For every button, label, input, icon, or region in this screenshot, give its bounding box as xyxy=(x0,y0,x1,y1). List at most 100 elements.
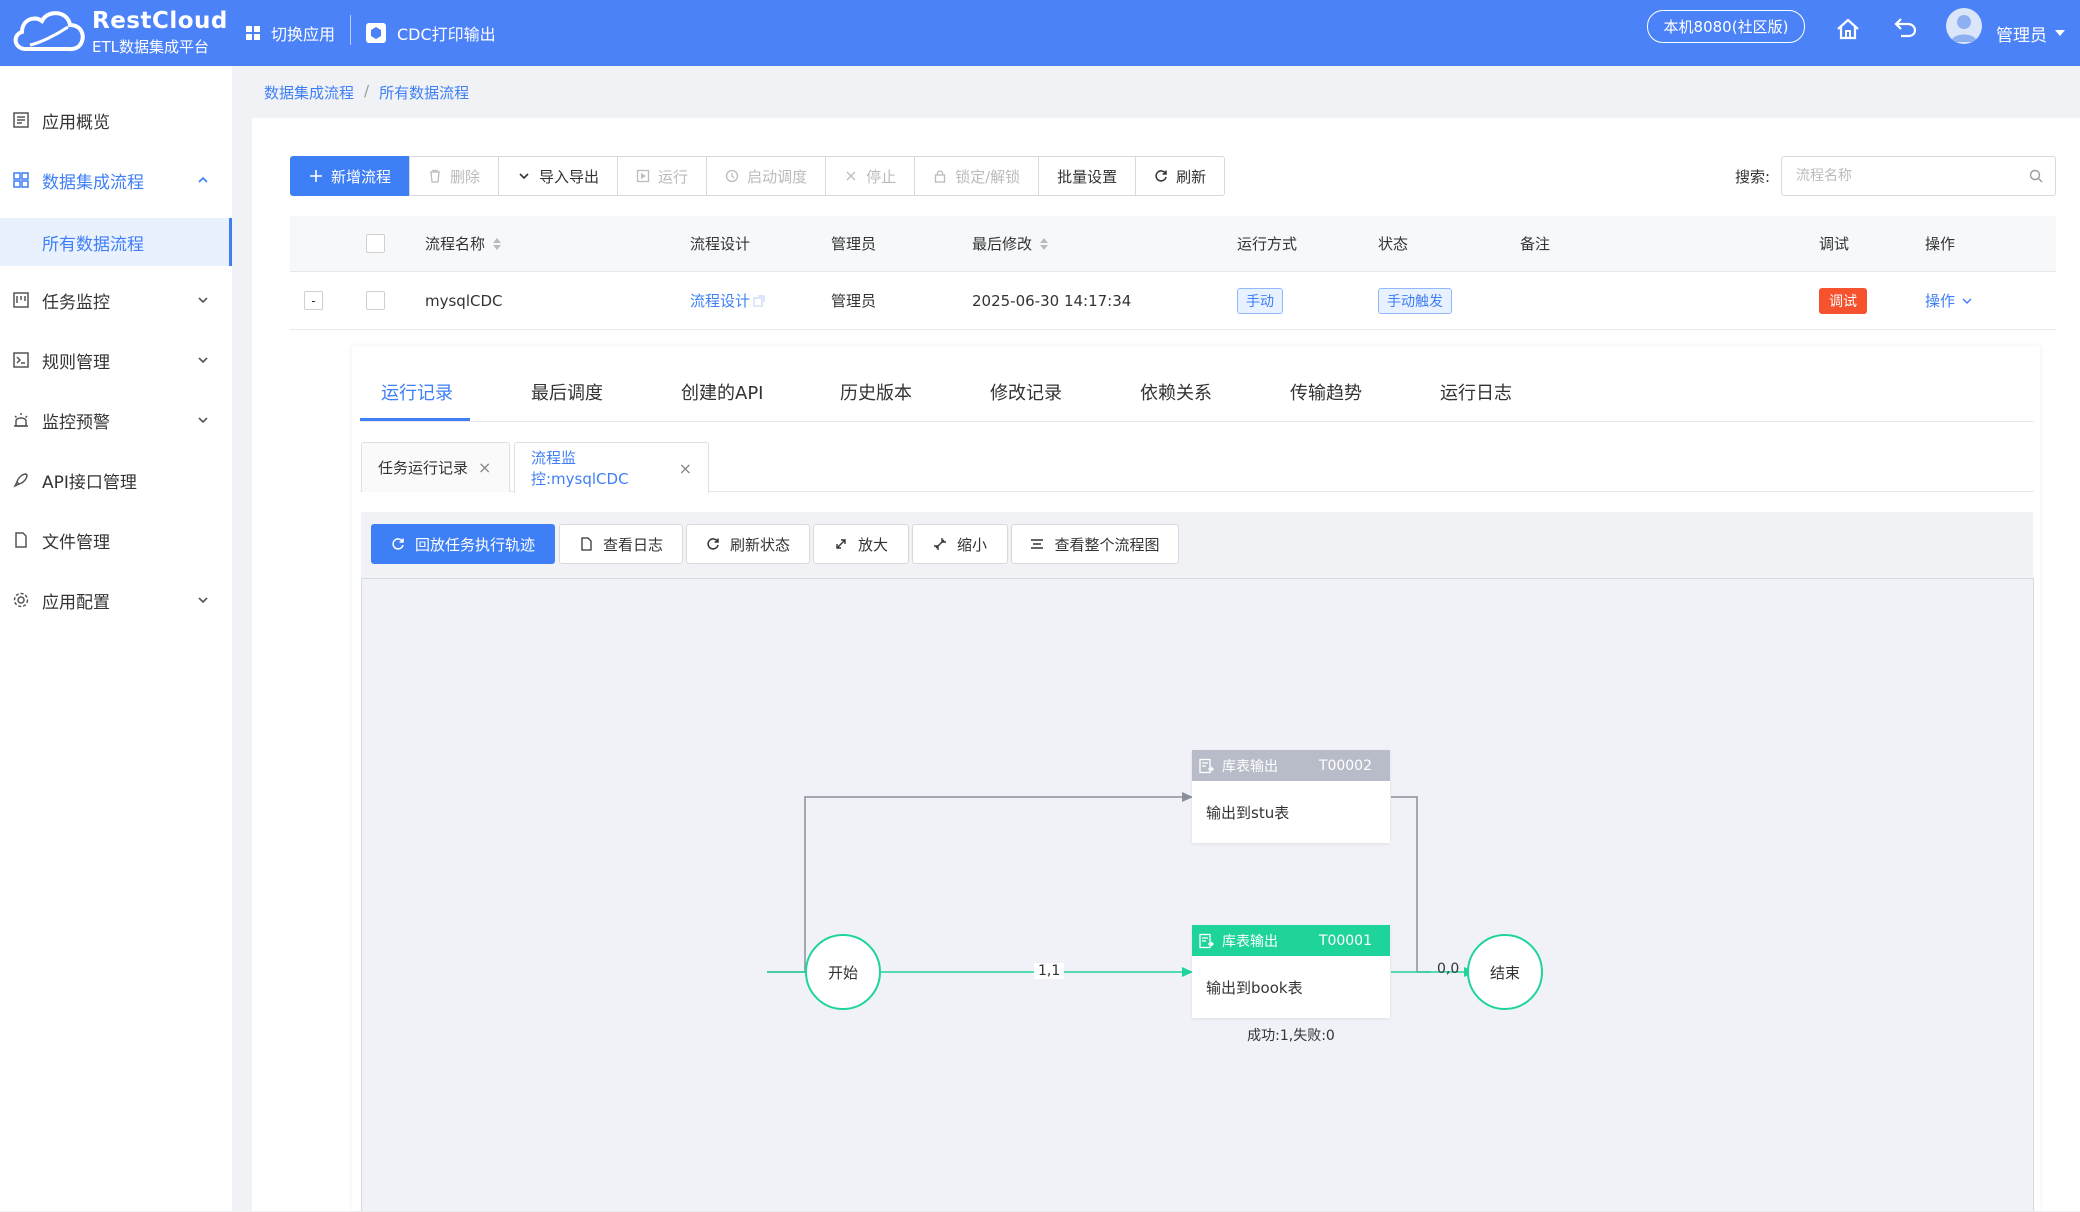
sort-icon[interactable] xyxy=(493,237,502,250)
action-dropdown[interactable]: 操作 xyxy=(1925,272,1973,329)
column-header-admin: 管理员 xyxy=(831,235,877,253)
zoom-in-label: 放大 xyxy=(857,535,888,554)
column-header-note: 备注 xyxy=(1520,235,1551,253)
env-badge[interactable]: 本机8080(社区版) xyxy=(1647,10,1805,43)
flow-design-link[interactable]: 流程设计 xyxy=(690,272,765,329)
replay-trace-button[interactable]: 回放任务执行轨迹 xyxy=(371,524,555,564)
file-icon xyxy=(15,532,27,548)
avatar[interactable] xyxy=(1946,8,1982,44)
tab-history-versions[interactable]: 历史版本 xyxy=(840,362,912,422)
breadcrumb-item[interactable]: 数据集成流程 xyxy=(264,82,354,103)
search-icon[interactable] xyxy=(2029,169,2043,183)
delete-button[interactable]: 删除 xyxy=(409,156,500,196)
node-id: T00002 xyxy=(1318,757,1372,774)
close-icon[interactable]: × xyxy=(679,459,692,478)
flow-start-node[interactable]: 开始 xyxy=(805,934,881,1010)
status-badge: 手动触发 xyxy=(1378,287,1452,314)
plus-icon xyxy=(310,170,322,182)
refresh-status-button[interactable]: 刷新状态 xyxy=(686,524,810,564)
column-header-name[interactable]: 流程名称 xyxy=(425,216,502,271)
detail-tabs: 运行记录 最后调度 创建的API 历史版本 修改记录 依赖关系 传输趋势 运行日… xyxy=(360,362,2034,422)
replay-trace-label: 回放任务执行轨迹 xyxy=(414,535,535,554)
run-button[interactable]: 运行 xyxy=(617,156,708,196)
stop-button[interactable]: 停止 xyxy=(825,156,916,196)
search-input[interactable] xyxy=(1782,157,2012,195)
sidebar-item-integration[interactable]: 数据集成流程 xyxy=(0,156,232,204)
sidebar-item-app-config[interactable]: 应用配置 xyxy=(0,576,232,624)
start-schedule-button[interactable]: 启动调度 xyxy=(706,156,827,196)
tab-dependencies[interactable]: 依赖关系 xyxy=(1140,362,1212,422)
import-export-button[interactable]: 导入导出 xyxy=(498,156,619,196)
sidebar-item-label: 任务监控 xyxy=(42,292,110,313)
grid-icon xyxy=(13,172,29,188)
play-icon xyxy=(636,169,650,183)
flow-node-stu-output[interactable]: 库表输出 T00002 输出到stu表 xyxy=(1192,750,1390,843)
table-header: 流程名称 流程设计 管理员 最后修改 运行方式 状态 备注 调试 操作 xyxy=(290,216,2056,272)
search-box xyxy=(1781,156,2056,196)
sidebar-item-label: API接口管理 xyxy=(42,472,137,493)
flow-edges xyxy=(767,792,1475,977)
tab-last-schedule[interactable]: 最后调度 xyxy=(531,362,603,422)
sidebar-item-label: 应用配置 xyxy=(42,592,110,613)
current-app[interactable]: CDC打印输出 xyxy=(365,0,496,66)
breadcrumb-item[interactable]: 所有数据流程 xyxy=(379,82,469,103)
terminal-icon xyxy=(13,352,29,368)
column-label: 最后修改 xyxy=(972,235,1033,253)
view-log-button[interactable]: 查看日志 xyxy=(559,524,683,564)
sidebar-item-api[interactable]: API接口管理 xyxy=(0,456,232,504)
chevron-down-icon xyxy=(198,297,208,304)
rocket-icon xyxy=(13,473,28,488)
edge-label: 0,0 xyxy=(1437,961,1460,977)
debug-button[interactable]: 调试 xyxy=(1819,287,1867,314)
view-whole-flow-label: 查看整个流程图 xyxy=(1054,535,1160,554)
lock-button[interactable]: 锁定/解锁 xyxy=(914,156,1040,196)
subtab-label: 流程监控:mysqlCDC xyxy=(531,449,629,488)
breadcrumb: 数据集成流程 / 所有数据流程 xyxy=(264,82,469,103)
sort-icon[interactable] xyxy=(1040,237,1049,250)
tab-run-records[interactable]: 运行记录 xyxy=(381,362,453,422)
gear-icon xyxy=(13,592,29,608)
subtab-task-run-records[interactable]: 任务运行记录 × xyxy=(361,442,510,492)
sidebar-item-overview[interactable]: 应用概览 xyxy=(0,96,232,144)
flow-end-node[interactable]: 结束 xyxy=(1467,934,1543,1010)
node-header: 库表输出 T00001 xyxy=(1192,925,1390,956)
node-id: T00001 xyxy=(1318,932,1372,949)
sidebar-item-rules[interactable]: 规则管理 xyxy=(0,336,232,384)
batch-settings-button[interactable]: 批量设置 xyxy=(1038,156,1137,196)
row-checkbox[interactable] xyxy=(366,291,385,310)
column-header-modified[interactable]: 最后修改 xyxy=(972,216,1049,271)
home-icon[interactable] xyxy=(1835,16,1861,42)
node-header: 库表输出 T00002 xyxy=(1192,750,1390,781)
refresh-button[interactable]: 刷新 xyxy=(1135,156,1226,196)
zoom-in-button[interactable]: 放大 xyxy=(813,524,909,564)
grid-icon xyxy=(246,26,260,40)
close-icon[interactable]: × xyxy=(478,458,491,477)
sidebar-item-task-monitor[interactable]: 任务监控 xyxy=(0,276,232,324)
sidebar-item-all-flows[interactable]: 所有数据流程 xyxy=(0,218,232,266)
user-menu[interactable]: 管理员 xyxy=(1996,0,2065,66)
row-collapse-toggle[interactable]: - xyxy=(304,291,323,310)
edge-stu-to-end xyxy=(1391,796,1431,973)
new-flow-button[interactable]: 新增流程 xyxy=(290,156,411,196)
tab-created-api[interactable]: 创建的API xyxy=(681,362,763,422)
flow-admin: 管理员 xyxy=(831,292,877,310)
flow-node-book-output[interactable]: 库表输出 T00001 输出到book表 xyxy=(1192,925,1390,1018)
select-all-checkbox[interactable] xyxy=(366,234,385,253)
zoom-out-button[interactable]: 缩小 xyxy=(912,524,1008,564)
tab-transfer-trend[interactable]: 传输趋势 xyxy=(1290,362,1362,422)
brand-logo[interactable]: RestCloud ETL数据集成平台 xyxy=(10,5,227,61)
switch-app-button[interactable]: 切换应用 xyxy=(245,0,335,66)
sidebar-item-alerts[interactable]: 监控预警 xyxy=(0,396,232,444)
column-header-debug: 调试 xyxy=(1819,235,1850,253)
subtab-flow-monitor[interactable]: 流程监控:mysqlCDC × xyxy=(514,442,709,493)
view-whole-flow-button[interactable]: 查看整个流程图 xyxy=(1011,524,1179,564)
sidebar-item-label: 应用概览 xyxy=(42,112,110,133)
user-name: 管理员 xyxy=(1996,25,2047,46)
sidebar-item-files[interactable]: 文件管理 xyxy=(0,516,232,564)
tab-modify-records[interactable]: 修改记录 xyxy=(990,362,1062,422)
undo-icon[interactable] xyxy=(1893,14,1919,40)
caret-down-icon xyxy=(2055,30,2065,36)
action-label: 操作 xyxy=(1925,292,1956,310)
tab-run-logs[interactable]: 运行日志 xyxy=(1440,362,1512,422)
flow-canvas[interactable]: 开始 结束 1,1 0,0 库表输出 T00002 输出到stu表 库表输出 T… xyxy=(361,578,2034,1211)
